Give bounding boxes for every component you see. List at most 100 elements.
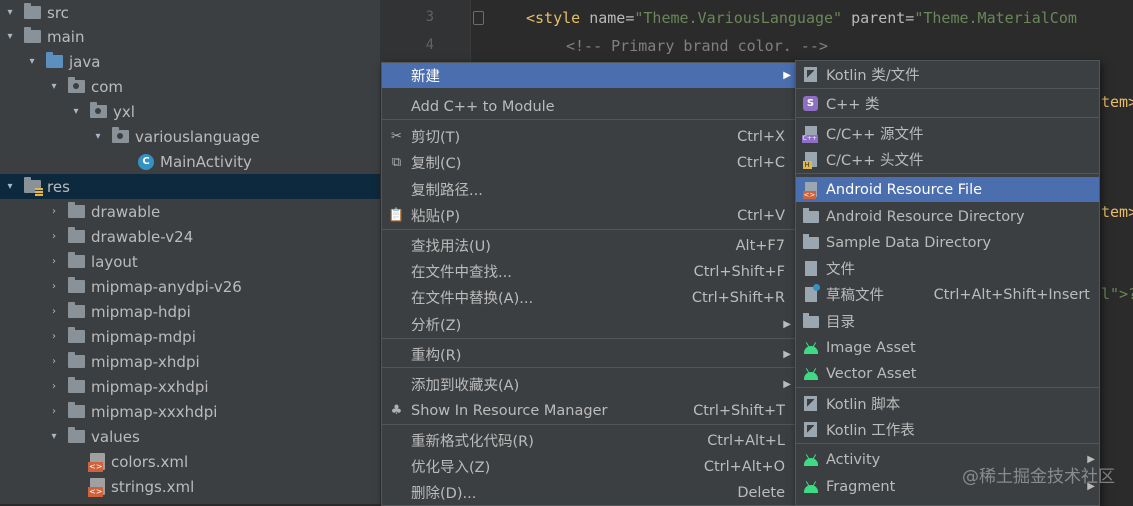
- chevron-right-icon[interactable]: ›: [48, 331, 60, 342]
- chevron-right-icon[interactable]: ›: [48, 306, 60, 317]
- xml-file-icon: [88, 453, 105, 472]
- tree-item-label: variouslanguage: [135, 127, 260, 146]
- tree-item-mipmap-anydpi-v26[interactable]: › mipmap-anydpi-v26: [0, 274, 380, 299]
- tree-item-values[interactable]: ▾ values: [0, 424, 380, 449]
- submenu-item-item[interactable]: 草稿文件 Ctrl+Alt+Shift+Insert: [796, 282, 1099, 307]
- menu-item-label: Android Resource Directory: [826, 208, 1025, 225]
- submenu-item-image-asset[interactable]: Image Asset: [796, 335, 1099, 360]
- chevron-right-icon[interactable]: ›: [48, 381, 60, 392]
- tree-item-mipmap-xhdpi[interactable]: › mipmap-xhdpi: [0, 349, 380, 374]
- menu-item-r[interactable]: 重新格式化代码(R) Ctrl+Alt+L: [382, 428, 795, 453]
- menu-item-label: 删除(D)...: [411, 486, 477, 502]
- submenu-item-c[interactable]: S C++ 类: [796, 91, 1099, 116]
- xml-file-icon: [88, 478, 105, 497]
- submenu-item-vector-asset[interactable]: Vector Asset: [796, 361, 1099, 386]
- submenu-item-item[interactable]: 目录: [796, 309, 1099, 334]
- tree-item-label: mipmap-anydpi-v26: [91, 277, 242, 296]
- tree-item-colors-xml[interactable]: colors.xml: [0, 449, 380, 474]
- tree-item-drawable[interactable]: › drawable: [0, 199, 380, 224]
- submenu-arrow-icon: ▶: [783, 349, 791, 360]
- folder-icon: [802, 312, 819, 330]
- watermark: @稀土掘金技术社区: [962, 467, 1115, 487]
- chevron-right-icon[interactable]: ›: [48, 281, 60, 292]
- chevron-right-icon[interactable]: ›: [48, 206, 60, 217]
- menu-item-show-in-resource-manager[interactable]: ♣ Show In Resource Manager Ctrl+Shift+T: [382, 398, 795, 423]
- menu-item-u[interactable]: 查找用法(U) Alt+F7: [382, 233, 795, 258]
- resource-manager-icon: ♣: [390, 403, 403, 418]
- tree-item-src[interactable]: ▾ src: [0, 0, 380, 25]
- resource-file-icon-shape: [802, 182, 817, 199]
- menu-item-t[interactable]: ✂ 剪切(T) Ctrl+X: [382, 124, 795, 149]
- menu-item-label: 重构(R): [411, 348, 462, 364]
- submenu-item-item[interactable]: 文件: [796, 256, 1099, 281]
- submenu-item-android-resource-directory[interactable]: Android Resource Directory: [796, 204, 1099, 229]
- chevron-down-icon[interactable]: ▾: [26, 56, 38, 67]
- chevron-down-icon[interactable]: ▾: [48, 81, 60, 92]
- chevron-down-icon[interactable]: ▾: [48, 431, 60, 442]
- menu-item-add-c-to-module[interactable]: Add C++ to Module: [382, 94, 795, 119]
- folder-icon: [68, 402, 85, 418]
- menu-separator: [796, 117, 1099, 118]
- menu-item-shortcut: Ctrl+Shift+F: [693, 263, 785, 280]
- menu-item-4[interactable]: 复制路径...: [382, 177, 795, 202]
- chevron-right-icon[interactable]: ›: [48, 231, 60, 242]
- tree-item-layout[interactable]: › layout: [0, 249, 380, 274]
- menu-item-label: 添加到收藏夹(A): [411, 378, 520, 394]
- menu-separator: [796, 88, 1099, 89]
- android-icon: [802, 451, 819, 468]
- menu-separator: [382, 424, 795, 425]
- menu-item-shortcut: Ctrl+Shift+R: [691, 289, 785, 306]
- menu-item-label: Kotlin 类/文件: [826, 68, 920, 84]
- tree-item-mipmap-mdpi[interactable]: › mipmap-mdpi: [0, 324, 380, 349]
- menu-item-z[interactable]: 分析(Z) ▶: [382, 312, 795, 337]
- tree-item-mipmap-xxhdpi[interactable]: › mipmap-xxhdpi: [0, 374, 380, 399]
- chevron-right-icon[interactable]: ›: [48, 356, 60, 367]
- submenu-item-kotlin[interactable]: Kotlin 工作表: [796, 417, 1099, 442]
- menu-item-r[interactable]: 重构(R) ▶: [382, 342, 795, 367]
- menu-item-p[interactable]: 📋 粘贴(P) Ctrl+V: [382, 203, 795, 228]
- tree-item-variouslanguage[interactable]: ▾ variouslanguage: [0, 124, 380, 149]
- android-icon-shape: [803, 371, 818, 380]
- fold-icon[interactable]: [473, 11, 484, 25]
- tree-item-drawable-v24[interactable]: › drawable-v24: [0, 224, 380, 249]
- menu-item-shortcut: Ctrl+C: [736, 154, 785, 171]
- menu-item-z[interactable]: 优化导入(Z) Ctrl+Alt+O: [382, 454, 795, 479]
- tree-item-res[interactable]: ▾ res: [0, 174, 380, 199]
- chevron-down-icon[interactable]: ▾: [4, 31, 16, 42]
- menu-item-label: Sample Data Directory: [826, 234, 992, 251]
- chevron-right-icon[interactable]: ›: [48, 406, 60, 417]
- tree-item-yxl[interactable]: ▾ yxl: [0, 99, 380, 124]
- tree-item-java[interactable]: ▾ java: [0, 49, 380, 74]
- tree-item-mainactivity[interactable]: C MainActivity: [0, 149, 380, 174]
- tree-item-strings-xml[interactable]: strings.xml: [0, 474, 380, 499]
- menu-item-0[interactable]: 新建 ▶: [382, 63, 795, 88]
- submenu-item-sample-data-directory[interactable]: Sample Data Directory: [796, 230, 1099, 255]
- chevron-down-icon[interactable]: ▾: [4, 181, 16, 192]
- tree-item-com[interactable]: ▾ com: [0, 74, 380, 99]
- menu-item-7[interactable]: 在文件中查找... Ctrl+Shift+F: [382, 259, 795, 284]
- chevron-down-icon[interactable]: ▾: [70, 106, 82, 117]
- package-dot: [95, 108, 101, 114]
- chevron-right-icon[interactable]: ›: [48, 256, 60, 267]
- submenu-item-c-c[interactable]: C/C++ 头文件: [796, 147, 1099, 172]
- class-icon: C: [138, 153, 154, 170]
- submenu-item-android-resource-file[interactable]: Android Resource File: [796, 177, 1099, 202]
- menu-item-a[interactable]: 在文件中替换(A)... Ctrl+Shift+R: [382, 285, 795, 310]
- tree-item-mipmap-hdpi[interactable]: › mipmap-hdpi: [0, 299, 380, 324]
- code-line-3: <style name="Theme.VariousLanguage" pare…: [526, 9, 1077, 27]
- folder-icon: [68, 277, 85, 293]
- menu-item-d[interactable]: 删除(D)... Delete: [382, 480, 795, 505]
- menu-item-c[interactable]: ⧉ 复制(C) Ctrl+C: [382, 150, 795, 175]
- menu-item-a[interactable]: 添加到收藏夹(A) ▶: [382, 372, 795, 397]
- submenu-item-c-c[interactable]: C/C++ 源文件: [796, 121, 1099, 146]
- project-tree: ▾ src ▾ main ▾ java ▾ com ▾ yxl ▾ variouslanguage C M…: [0, 0, 380, 504]
- menu-item-label: 目录: [826, 315, 855, 331]
- tree-item-main[interactable]: ▾ main: [0, 24, 380, 49]
- chevron-down-icon[interactable]: ▾: [4, 7, 16, 18]
- chevron-down-icon[interactable]: ▾: [92, 131, 104, 142]
- menu-item-label: 优化导入(Z): [411, 460, 491, 476]
- submenu-item-kotlin[interactable]: Kotlin 脚本: [796, 391, 1099, 416]
- menu-separator: [382, 229, 795, 230]
- submenu-item-kotlin[interactable]: Kotlin 类/文件: [796, 62, 1099, 87]
- tree-item-mipmap-xxxhdpi[interactable]: › mipmap-xxxhdpi: [0, 399, 380, 424]
